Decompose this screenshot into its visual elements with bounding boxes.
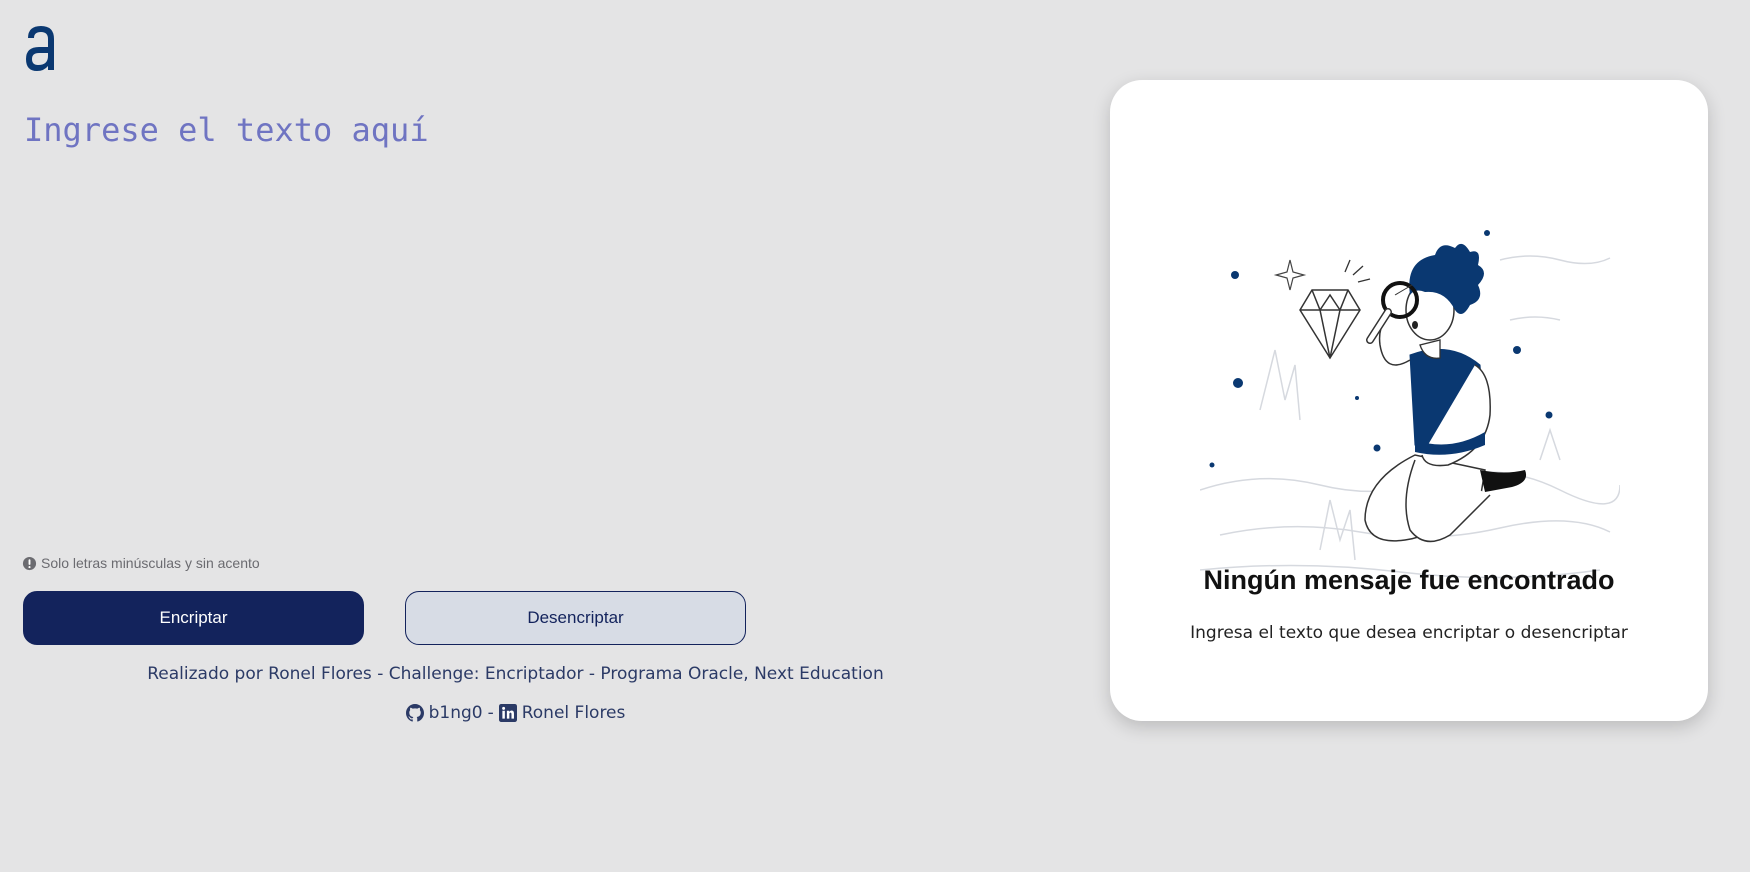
link-separator: -: [487, 703, 494, 723]
alura-logo[interactable]: [22, 20, 60, 78]
text-input[interactable]: [24, 110, 1064, 540]
app-page: Solo letras minúsculas y sin acento Encr…: [0, 0, 1750, 872]
github-link[interactable]: b1ng0: [405, 703, 483, 723]
input-hint: Solo letras minúsculas y sin acento: [22, 555, 260, 571]
output-subtitle: Ingresa el texto que desea encriptar o d…: [1190, 623, 1628, 643]
output-title: Ningún mensaje fue encontrado: [1203, 565, 1615, 595]
output-card: Ningún mensaje fue encontrado Ingresa el…: [1110, 80, 1708, 721]
github-icon: [405, 704, 424, 722]
linkedin-label: Ronel Flores: [521, 703, 626, 723]
hint-text: Solo letras minúsculas y sin acento: [41, 555, 260, 571]
exclamation-circle-icon: [22, 556, 37, 570]
social-links: b1ng0 - Ronel Flores: [0, 703, 1031, 723]
credits-text: Realizado por Ronel Flores - Challenge: …: [147, 664, 884, 684]
decrypt-button[interactable]: Desencriptar: [405, 591, 746, 645]
searching-person-illustration: [1200, 230, 1620, 579]
linkedin-icon: [498, 704, 517, 722]
encrypt-button[interactable]: Encriptar: [23, 591, 364, 645]
linkedin-link[interactable]: Ronel Flores: [498, 703, 626, 723]
github-label: b1ng0: [428, 703, 483, 723]
